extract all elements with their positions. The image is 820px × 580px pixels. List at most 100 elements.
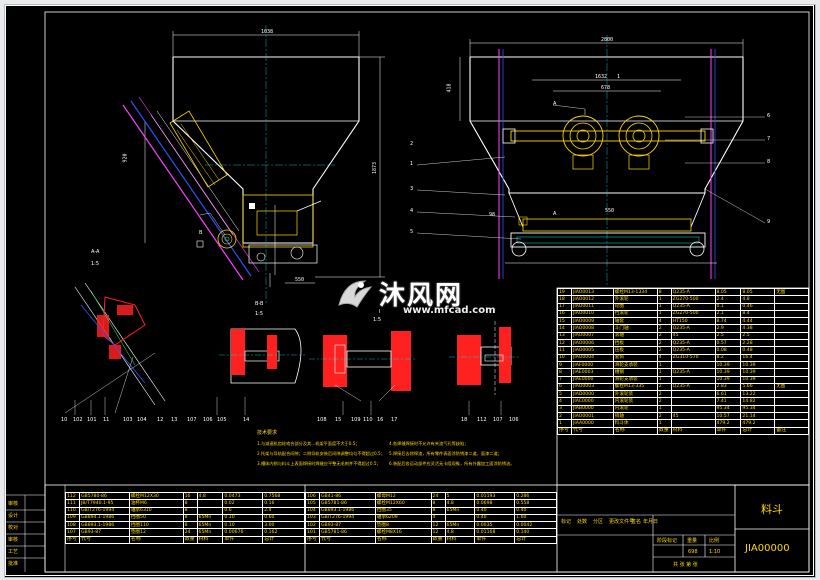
dim-right-small: 98 (489, 212, 496, 218)
table-cell: 2 (656, 412, 672, 421)
note-line-4: 4.各焊缝焊接时不允许有夹渣气孔等缺陷； (389, 441, 469, 446)
table-cell: 8.74 (714, 317, 742, 326)
table-cell: 65Mn (196, 528, 224, 537)
table-cell: 111 (65, 499, 80, 508)
table-cell: 4.8 (196, 491, 224, 501)
table-cell: 103 (305, 513, 320, 523)
table-cell: 106 (305, 491, 320, 501)
table-cell: 2.5 (714, 331, 742, 341)
table-cell: 10.57 (714, 412, 742, 421)
parts-row-bottom-left: 109 GB894.1-1986 挡圈50 8 65Mn 0.10 0.60 (65, 513, 305, 523)
balloon-12: 12 (157, 417, 164, 423)
table-cell: 0.40 (474, 513, 516, 523)
note-line-2: 2.托架与导轨配合间隙；二侧导轨安装后间隙调整均匀不得超过0.5； (257, 451, 385, 456)
table-cell: 压板 (612, 346, 658, 355)
table-cell (670, 397, 716, 406)
table-cell: GB/T276-1994 (78, 506, 130, 515)
table-cell: Q235-A (670, 287, 716, 297)
parts-row-right: 4 JIAC0000 内滚轮装 2 7.41 14.82 (557, 397, 809, 406)
stage-mark-label: 阶段标记 (657, 538, 678, 544)
table-cell: 4 (656, 317, 672, 326)
table-cell: 0.00676 (222, 528, 264, 537)
table-cell: 10.39 (740, 360, 776, 370)
table-cell: 2 (656, 346, 672, 355)
table-cell (774, 368, 809, 377)
table-cell (444, 513, 476, 523)
table-cell: 110 (65, 506, 80, 515)
balloon-107b: 107 (493, 417, 503, 423)
table-cell (774, 302, 809, 311)
section-bb-scale: 1:5 (255, 311, 264, 317)
parts-row-right: 5 JIAD0000 外滚轮装 2 6.61 13.22 (557, 390, 809, 399)
table-cell: 8 (430, 506, 446, 515)
table-cell: 95.34 (740, 404, 776, 414)
table-cell: GB894.1-1986 (78, 513, 130, 523)
table-cell: 10.39 (714, 368, 742, 377)
parts-row-right: 12 JIAO0006 挡板 2 Q235-A 0.57 2.28 (557, 339, 809, 348)
table-cell: 0.140 (514, 528, 557, 537)
balloon-2: 2 (410, 141, 414, 147)
note-line-6: 6.装配后各运动部件应灵活无卡阻现象，所有外露加工面涂防锈油。 (389, 461, 515, 466)
table-header-cell: 总计 (514, 535, 557, 545)
table-cell: JIAO0013 (570, 287, 614, 297)
table-cell: 0.48 (740, 346, 776, 355)
drawing-sheet: 1038 920 1873 2800 418 1632 1 678 550 55… (4, 4, 816, 578)
table-cell: 4 (557, 397, 572, 406)
parts-row-right: 1 JIAA0000 料斗体 1 479.2 479.2 (557, 419, 809, 428)
table-cell: 0.40 (474, 506, 516, 515)
balloon-9: 9 (767, 219, 771, 225)
strip-label-1: 审核 (8, 501, 19, 507)
table-cell: Q235-A (670, 339, 716, 348)
table-cell: JIAO0009 (570, 317, 614, 326)
table-cell: 1 (656, 375, 672, 384)
arrow-a-label-2: A (553, 211, 557, 217)
table-cell (774, 390, 809, 399)
parts-row-bottom-left: 110 GB/T276-1994 轴承6310 8 0.6 2.4 (65, 506, 305, 515)
note-line-5: 5.焊接后去除焊渣，所有零件表面涂防锈漆二道，面漆二道； (389, 451, 502, 456)
table-header-cell: 代号 (78, 535, 130, 545)
table-cell (670, 419, 716, 428)
table-cell: 0.02 (222, 499, 264, 508)
table-cell (774, 412, 809, 421)
table-cell: 0.0035 (474, 521, 516, 530)
table-cell: 2 (656, 390, 672, 399)
weight-value: 698 (688, 549, 698, 555)
table-cell: 109 (65, 513, 80, 523)
balloon-101: 101 (87, 417, 97, 423)
table-cell: 0.286 (514, 491, 557, 501)
table-cell: Q235-A (670, 324, 716, 333)
table-cell: JIAE0000 (570, 375, 614, 384)
table-cell: JIAO0001 (570, 412, 614, 421)
table-cell: 外滚轮装 (612, 390, 658, 399)
table-cell: 2 (656, 331, 672, 341)
table-cell: 18 (557, 295, 572, 304)
table-header-cell: 单件 (714, 426, 742, 435)
table-cell: 2 (656, 339, 672, 348)
parts-row-right: 14 JIAO0008 斗门轴 2 Q235-A 2.9 4.38 (557, 324, 809, 333)
table-cell: 10.39 (714, 375, 742, 384)
parts-list-right: 19 JIAO0013 螺栓M13-1334 8 Q235-A 8.05 8.05 无图 18 J… (557, 287, 809, 435)
detail-wheel-view-2 (449, 321, 521, 395)
table-cell: JIAO0007 (570, 331, 614, 341)
table-cell: 0.10 (222, 513, 264, 523)
table-cell: 滑轮支承装 (612, 360, 658, 370)
table-cell: 0.60 (262, 513, 305, 523)
balloon-104: 104 (137, 417, 147, 423)
table-cell: 0.08 (714, 346, 742, 355)
table-header-cell: 数量 (656, 426, 672, 435)
detail-wheel-view-1 (309, 331, 417, 402)
table-cell: 0.0042 (514, 521, 557, 530)
dim-top-left: 1038 (261, 29, 274, 35)
table-cell: 0.0473 (222, 491, 264, 501)
parts-row-right: 16 JIAO0010 挡滚轮 1 ZG270-500 2.1 8.4 (557, 309, 809, 319)
table-cell: 滚轴 (612, 331, 658, 341)
table-cell: 8 (182, 506, 198, 515)
balloon-14: 14 (243, 417, 250, 423)
table-header-cell: 数量 (182, 535, 198, 545)
table-cell: 挡圈35 (374, 506, 432, 515)
table-header-cell: 序号 (557, 426, 572, 435)
table-cell: 8.2 (714, 353, 742, 362)
table-cell: 5 (557, 390, 572, 399)
parts-row-bottom-left: 108 GB893.1-1986 挡圈110 8 65Mn 0.10 3.00 (65, 521, 305, 530)
table-cell (196, 506, 224, 515)
